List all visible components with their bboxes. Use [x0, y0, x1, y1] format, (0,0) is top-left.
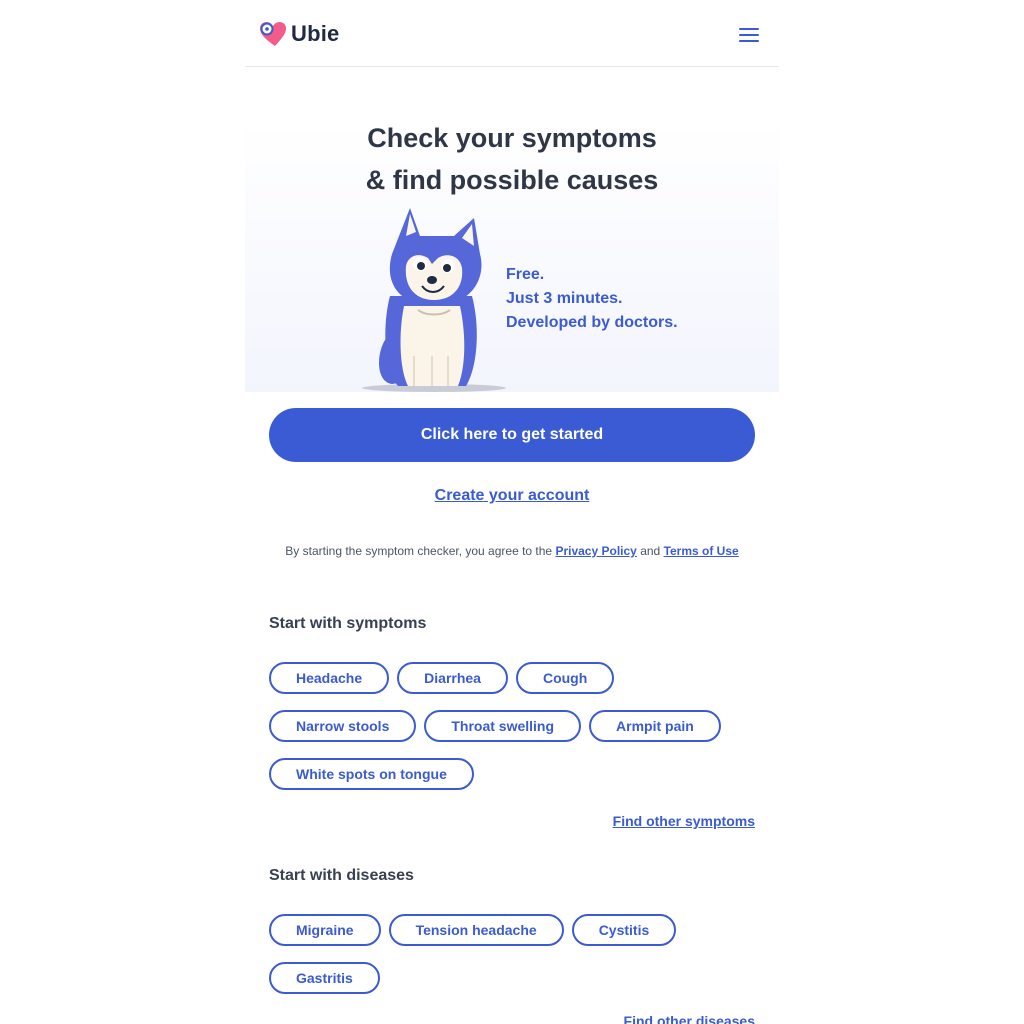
- hero-section: Check your symptoms & find possible caus…: [245, 120, 779, 392]
- hero-title-line1: Check your symptoms: [367, 123, 657, 153]
- logo-text: Ubie: [291, 21, 340, 46]
- symptom-chip-headache[interactable]: Headache: [269, 662, 390, 694]
- find-other-symptoms-link[interactable]: Find other symptoms: [613, 813, 755, 829]
- terms-and: and: [640, 544, 661, 558]
- disease-chip-migraine[interactable]: Migraine: [269, 914, 381, 946]
- heart-logo-icon: [260, 22, 286, 46]
- hamburger-menu-icon[interactable]: [737, 24, 761, 44]
- ubie-logo[interactable]: Ubie: [259, 20, 339, 48]
- symptom-chip-throat-swelling[interactable]: Throat swelling: [424, 710, 582, 742]
- benefit-doctors: Developed by doctors.: [506, 314, 678, 331]
- find-other-diseases-link[interactable]: Find other diseases: [624, 1013, 755, 1024]
- terms-notice: By starting the symptom checker, you agr…: [269, 541, 755, 561]
- symptom-chip-narrow-stools[interactable]: Narrow stools: [269, 710, 417, 742]
- dog-mascot-icon: [362, 208, 506, 392]
- symptom-chip-white-spots[interactable]: White spots on tongue: [269, 758, 474, 790]
- benefit-duration: Just 3 minutes.: [506, 290, 623, 307]
- symptom-chips: Headache Diarrhea Cough Narrow stools Th…: [269, 662, 759, 790]
- get-started-button[interactable]: Click here to get started: [269, 408, 755, 462]
- disease-chip-gastritis[interactable]: Gastritis: [269, 962, 380, 994]
- create-account-row: Create your account: [245, 487, 779, 505]
- page-container: Ubie Check your symptoms & find possible…: [245, 0, 779, 1024]
- site-header: Ubie: [245, 0, 779, 67]
- hero-benefits: Free. Just 3 minutes. Developed by docto…: [506, 263, 766, 335]
- hero-title: Check your symptoms & find possible caus…: [245, 117, 779, 201]
- terms-of-use-link[interactable]: Terms of Use: [664, 544, 739, 558]
- benefit-free: Free.: [506, 266, 545, 283]
- privacy-policy-link[interactable]: Privacy Policy: [555, 544, 636, 558]
- terms-prefix: By starting the symptom checker, you agr…: [285, 544, 553, 558]
- create-account-link[interactable]: Create your account: [435, 487, 590, 504]
- symptom-chip-diarrhea[interactable]: Diarrhea: [397, 662, 508, 694]
- symptom-chip-cough[interactable]: Cough: [515, 662, 615, 694]
- hero-title-line2: & find possible causes: [365, 165, 659, 195]
- disease-chip-cystitis[interactable]: Cystitis: [571, 914, 677, 946]
- symptoms-section-title: Start with symptoms: [269, 615, 427, 632]
- disease-chips: Migraine Tension headache Cystitis Gastr…: [269, 914, 759, 994]
- diseases-section-title: Start with diseases: [269, 867, 414, 884]
- symptom-chip-armpit-pain[interactable]: Armpit pain: [589, 710, 721, 742]
- disease-chip-tension-headache[interactable]: Tension headache: [388, 914, 564, 946]
